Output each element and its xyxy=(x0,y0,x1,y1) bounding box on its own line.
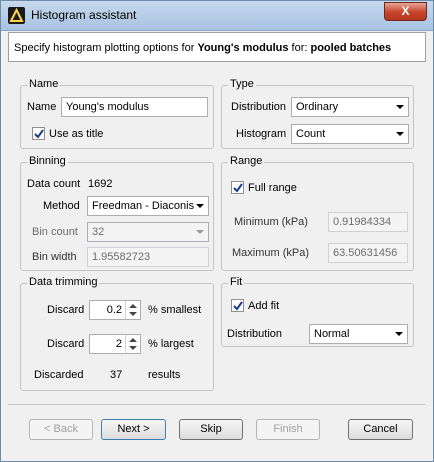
distribution-type-select[interactable]: Ordinary xyxy=(291,97,409,117)
checkmark-icon xyxy=(233,183,243,193)
cancel-button[interactable]: Cancel xyxy=(348,419,413,440)
name-group: Name Name Young's modulus Use as title xyxy=(20,78,214,149)
add-fit-checkbox[interactable] xyxy=(231,299,244,312)
maximum-label: Maximum (kPa) xyxy=(232,247,310,259)
distribution-type-value: Ordinary xyxy=(296,101,339,113)
full-range-label: Full range xyxy=(248,182,297,194)
bin-count-select[interactable]: 32 xyxy=(87,222,209,242)
bin-count-label: Bin count xyxy=(32,226,78,238)
type-group-title: Type xyxy=(228,78,256,90)
fit-distribution-select[interactable]: Normal xyxy=(309,324,408,344)
maximum-input[interactable]: 63.50631456 xyxy=(328,243,408,263)
instruction-banner: Specify histogram plotting options for Y… xyxy=(8,32,426,62)
app-logo-icon xyxy=(8,7,25,24)
data-trimming-group: Data trimming Discard 0.2 % smallest Dis… xyxy=(20,276,214,391)
add-fit-label: Add fit xyxy=(248,300,280,312)
close-button[interactable]: X xyxy=(384,2,427,21)
binning-group-title: Binning xyxy=(27,155,68,167)
largest-suffix-label: % largest xyxy=(148,338,194,350)
stepper-buttons[interactable] xyxy=(125,335,140,353)
footer-separator xyxy=(8,404,426,405)
fit-group: Fit Add fit Distribution Normal xyxy=(221,276,414,347)
title-bar[interactable]: Histogram assistant X xyxy=(1,1,433,31)
type-group: Type Distribution Ordinary Histogram Cou… xyxy=(221,78,414,149)
data-count-label: Data count xyxy=(27,178,81,190)
histogram-label: Histogram xyxy=(236,128,287,140)
stepper-buttons[interactable] xyxy=(125,301,140,319)
method-label: Method xyxy=(43,200,80,212)
full-range-checkbox[interactable] xyxy=(231,181,244,194)
name-label: Name xyxy=(27,101,57,113)
skip-button[interactable]: Skip xyxy=(179,419,243,440)
range-group: Range Full range Minimum (kPa) 0.9198433… xyxy=(221,155,414,271)
data-trimming-group-title: Data trimming xyxy=(27,276,100,288)
name-input[interactable]: Young's modulus xyxy=(61,97,208,117)
use-as-title-label: Use as title xyxy=(49,128,104,140)
histogram-assistant-window: Histogram assistant X Specify histogram … xyxy=(0,0,434,462)
checkmark-icon xyxy=(34,129,44,139)
data-count-value: 1692 xyxy=(88,178,113,190)
back-button[interactable]: < Back xyxy=(29,419,93,440)
bin-count-value: 32 xyxy=(92,226,105,238)
stepper-down-icon[interactable] xyxy=(129,346,137,350)
discard-largest-label: Discard xyxy=(47,338,85,350)
method-select[interactable]: Freedman - Diaconis xyxy=(87,196,209,216)
bin-width-label: Bin width xyxy=(32,251,77,263)
histogram-select[interactable]: Count xyxy=(291,124,409,144)
instruction-for-label: for: xyxy=(288,42,311,54)
stepper-up-icon[interactable] xyxy=(129,304,137,308)
largest-percent-value: 2 xyxy=(115,338,122,350)
next-button[interactable]: Next > xyxy=(101,419,166,440)
instruction-property: Young's modulus xyxy=(197,42,289,54)
checkmark-icon xyxy=(233,301,243,311)
chevron-down-icon xyxy=(396,132,404,136)
stepper-down-icon[interactable] xyxy=(129,312,137,316)
instruction-dataset: pooled batches xyxy=(310,42,392,54)
stepper-up-icon[interactable] xyxy=(129,338,137,342)
minimum-label: Minimum (kPa) xyxy=(234,216,308,228)
smallest-percent-stepper[interactable]: 0.2 xyxy=(89,300,141,320)
largest-percent-stepper[interactable]: 2 xyxy=(89,334,141,354)
chevron-down-icon xyxy=(396,105,404,109)
instruction-text: Specify histogram plotting options for Y… xyxy=(14,42,391,54)
finish-button[interactable]: Finish xyxy=(256,419,320,440)
chevron-down-icon xyxy=(395,332,403,336)
distribution-type-label: Distribution xyxy=(231,101,287,113)
minimum-input[interactable]: 0.91984334 xyxy=(328,212,408,232)
fit-distribution-label: Distribution xyxy=(227,328,283,340)
bin-width-input[interactable]: 1.95582723 xyxy=(87,247,209,267)
binning-group: Binning Data count 1692 Method Freedman … xyxy=(20,155,214,271)
range-group-title: Range xyxy=(228,155,265,167)
discard-smallest-label: Discard xyxy=(47,304,85,316)
discarded-count: 37 xyxy=(110,369,123,381)
use-as-title-checkbox[interactable] xyxy=(32,127,45,140)
chevron-down-icon xyxy=(196,230,204,234)
histogram-value: Count xyxy=(296,128,326,140)
instruction-prefix: Specify histogram plotting options for xyxy=(14,42,198,54)
chevron-down-icon xyxy=(196,204,204,208)
fit-distribution-value: Normal xyxy=(314,328,350,340)
discarded-label: Discarded xyxy=(34,369,84,381)
window-title: Histogram assistant xyxy=(31,8,137,22)
smallest-suffix-label: % smallest xyxy=(148,304,202,316)
smallest-percent-value: 0.2 xyxy=(106,304,122,316)
name-group-title: Name xyxy=(27,78,61,90)
results-label: results xyxy=(148,369,181,381)
method-value: Freedman - Diaconis xyxy=(92,200,195,212)
fit-group-title: Fit xyxy=(228,276,245,288)
